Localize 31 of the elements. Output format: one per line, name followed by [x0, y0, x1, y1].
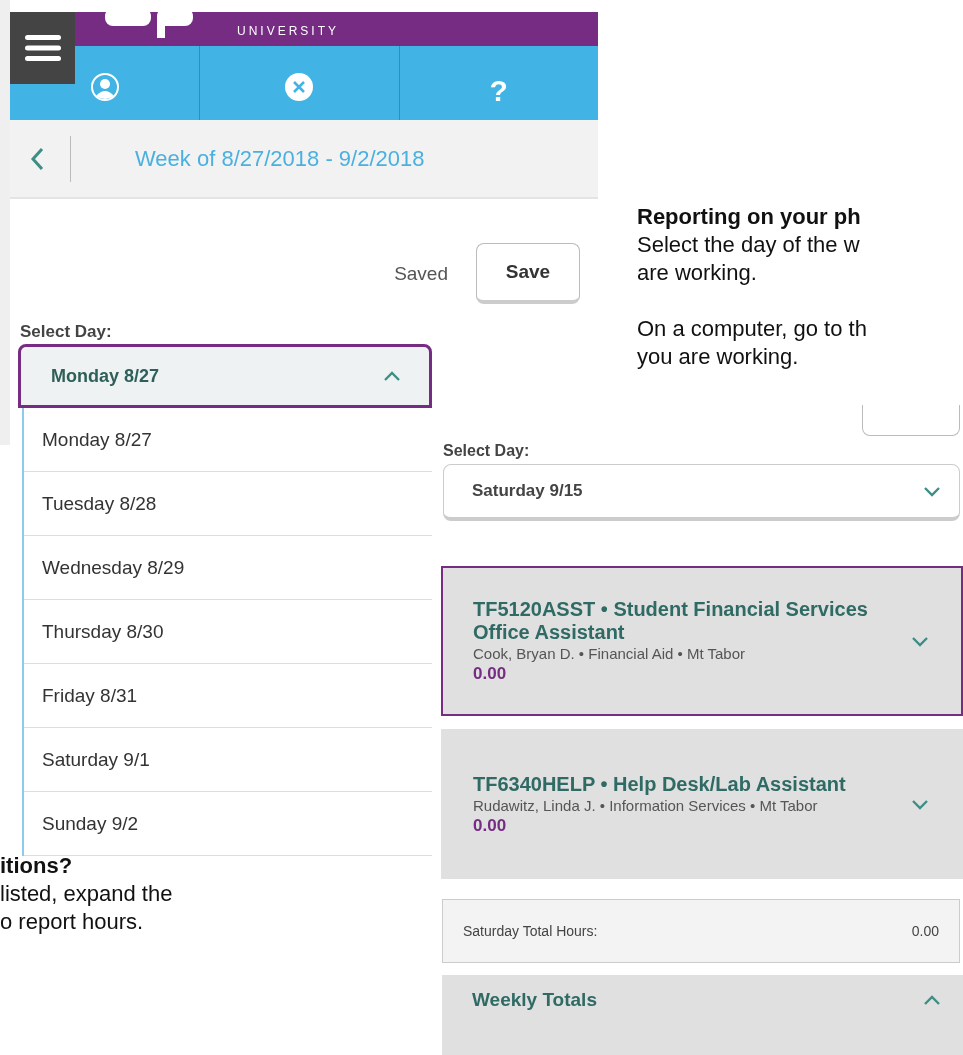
total-value: 0.00	[911, 923, 939, 939]
select-day-label: Select Day:	[443, 442, 531, 460]
instructions-text: Select the day of the w	[637, 231, 861, 259]
menu-button[interactable]	[10, 12, 75, 84]
total-label: Saturday Total Hours:	[463, 923, 598, 939]
position-hours: 0.00	[473, 815, 508, 836]
position-title: TF5120ASST • Student Financial Services Office Assistant	[473, 598, 869, 644]
save-button[interactable]: Save	[476, 243, 580, 304]
user-icon	[90, 72, 120, 102]
week-title: Week of 8/27/2018 - 9/2/2018	[135, 145, 425, 172]
instructions-text: are working.	[637, 259, 758, 287]
menu-icon	[24, 34, 61, 62]
position-details: Rudawitz, Linda J. • Information Services • Mt Tabor	[473, 795, 819, 816]
day-dropdown[interactable]: Saturday 9/15	[443, 464, 960, 521]
day-dropdown[interactable]: Monday 8/27	[18, 344, 432, 408]
save-status: Saved	[394, 262, 448, 285]
position-hours: 0.00	[473, 664, 508, 684]
position-title: TF6340HELP • Help Desk/Lab Assistant	[473, 772, 847, 796]
note-text: listed, expand the	[0, 880, 173, 908]
brand-name: UNIVERSITY	[237, 24, 339, 38]
position-card[interactable]: TF5120ASST • Student Financial Services Office Assistant Cook, Bryan D. • Financial Aid • Mt Tabor 0.00	[441, 566, 963, 716]
back-icon	[30, 146, 44, 171]
instructions-heading: Reporting on your ph	[637, 203, 862, 231]
position-details: Cook, Bryan D. • Financial Aid • Mt Tabor	[473, 644, 746, 664]
note-text: o report hours.	[0, 908, 145, 936]
instructions-text: On a computer, go to th	[637, 315, 867, 343]
close-icon	[284, 72, 315, 102]
position-card[interactable]: TF6340HELP • Help Desk/Lab Assistant Rudawitz, Linda J. • Information Services • Mt Tabor 0.00	[441, 729, 963, 879]
select-day-label: Select Day:	[20, 322, 113, 342]
weekly-totals-header[interactable]: Weekly Totals	[442, 975, 963, 1055]
instructions-text: you are working.	[637, 343, 800, 371]
